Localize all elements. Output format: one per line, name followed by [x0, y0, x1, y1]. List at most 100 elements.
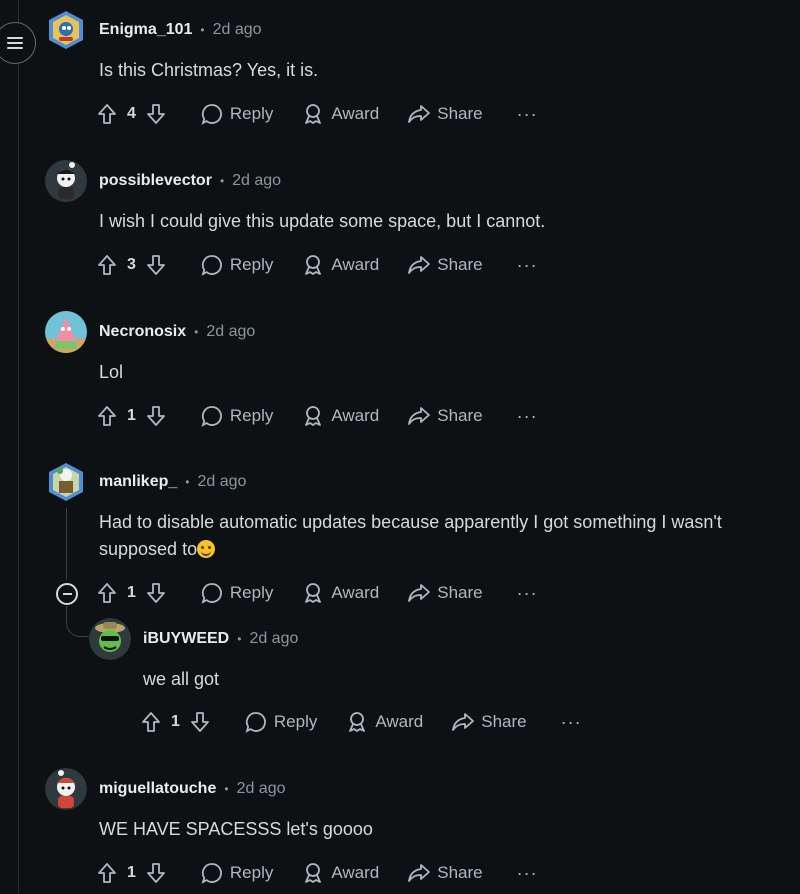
share-button[interactable]: Share: [407, 253, 483, 277]
reply-button[interactable]: Reply: [200, 253, 273, 277]
award-button[interactable]: Award: [345, 710, 423, 734]
award-label: Award: [331, 255, 380, 274]
comment: possiblevector • 2d ago I wish I could g…: [45, 160, 800, 290]
award-button[interactable]: Award: [301, 581, 379, 605]
vote-group: 1: [95, 861, 168, 885]
avatar[interactable]: [89, 618, 131, 660]
timestamp: 2d ago: [206, 323, 256, 340]
more-options-button[interactable]: ···: [517, 407, 538, 425]
timestamp: 2d ago: [232, 172, 282, 189]
downvote-icon[interactable]: [144, 253, 168, 277]
separator: •: [185, 475, 190, 489]
upvote-icon[interactable]: [95, 102, 119, 126]
comment-actions: 4 Reply Award Share ···: [95, 98, 538, 130]
share-label: Share: [437, 406, 483, 425]
vote-group: 1: [95, 581, 168, 605]
share-button[interactable]: Share: [407, 404, 483, 428]
author-name[interactable]: iBUYWEED: [143, 630, 229, 648]
upvote-icon[interactable]: [95, 861, 119, 885]
downvote-icon[interactable]: [144, 861, 168, 885]
comment-header: miguellatouche • 2d ago: [45, 768, 286, 810]
separator: •: [200, 23, 205, 37]
author-name[interactable]: possiblevector: [99, 172, 212, 190]
comment-actions: 1 Reply Award Share ···: [95, 857, 538, 889]
menu-button[interactable]: [0, 22, 36, 64]
award-icon: [305, 255, 322, 275]
upvote-icon[interactable]: [95, 404, 119, 428]
share-icon: [408, 407, 431, 425]
reply-button[interactable]: Reply: [200, 861, 273, 885]
avatar[interactable]: [45, 9, 87, 51]
award-label: Award: [331, 406, 380, 425]
comment-actions: 3 Reply Award Share ···: [95, 249, 538, 281]
comment-thread: Enigma_101 • 2d ago Is this Christmas? Y…: [0, 0, 800, 894]
vote-group: 1: [95, 404, 168, 428]
reply-label: Reply: [229, 104, 274, 123]
award-button[interactable]: Award: [301, 102, 379, 126]
face-with-hand-over-mouth-emoji: [197, 540, 216, 558]
downvote-icon[interactable]: [188, 710, 212, 734]
comment-header: Enigma_101 • 2d ago: [45, 9, 262, 51]
avatar[interactable]: [45, 768, 87, 810]
downvote-icon[interactable]: [144, 404, 168, 428]
award-label: Award: [331, 863, 380, 882]
share-button[interactable]: Share: [451, 710, 527, 734]
award-label: Award: [375, 712, 424, 731]
more-options-button[interactable]: ···: [517, 105, 538, 123]
share-label: Share: [481, 712, 527, 731]
upvote-icon[interactable]: [95, 581, 119, 605]
avatar-image: [45, 768, 87, 810]
award-button[interactable]: Award: [301, 253, 379, 277]
more-options-button[interactable]: ···: [517, 256, 538, 274]
avatar[interactable]: [45, 160, 87, 202]
comment: Enigma_101 • 2d ago Is this Christmas? Y…: [45, 9, 800, 139]
vote-count: 1: [127, 864, 136, 881]
award-button[interactable]: Award: [301, 861, 379, 885]
award-button[interactable]: Award: [301, 404, 379, 428]
more-options-button[interactable]: ···: [561, 713, 582, 731]
comment-header: possiblevector • 2d ago: [45, 160, 281, 202]
more-options-button[interactable]: ···: [517, 864, 538, 882]
reply-label: Reply: [229, 583, 274, 602]
comment: Necronosix • 2d ago Lol 1 Reply Award Sh…: [45, 311, 800, 441]
author-name[interactable]: miguellatouche: [99, 780, 216, 798]
reply-button[interactable]: Reply: [244, 710, 317, 734]
vote-count: 3: [127, 256, 136, 273]
avatar-image: [49, 463, 83, 501]
timestamp: 2d ago: [249, 630, 299, 647]
vote-count: 1: [127, 584, 136, 601]
upvote-icon[interactable]: [139, 710, 163, 734]
share-label: Share: [437, 583, 483, 602]
downvote-icon[interactable]: [144, 102, 168, 126]
avatar[interactable]: [45, 311, 87, 353]
thread-rail: [18, 0, 19, 894]
reply-label: Reply: [229, 406, 274, 425]
vote-group: 3: [95, 253, 168, 277]
vote-count: 4: [127, 105, 136, 122]
more-options-button[interactable]: ···: [517, 584, 538, 602]
downvote-icon[interactable]: [144, 581, 168, 605]
share-button[interactable]: Share: [407, 581, 483, 605]
share-button[interactable]: Share: [407, 102, 483, 126]
comment-reply: iBUYWEED • 2d ago we all got 1 Reply Awa…: [89, 618, 800, 748]
avatar[interactable]: [45, 461, 87, 503]
reply-icon: [245, 712, 266, 733]
upvote-icon[interactable]: [95, 253, 119, 277]
reply-label: Reply: [229, 255, 274, 274]
reply-icon: [201, 863, 222, 884]
timestamp: 2d ago: [236, 780, 286, 797]
hamburger-icon: [7, 37, 23, 49]
author-name[interactable]: Enigma_101: [99, 21, 192, 39]
avatar-image: [45, 160, 87, 202]
separator: •: [219, 174, 225, 188]
author-name[interactable]: Necronosix: [99, 323, 186, 341]
share-button[interactable]: Share: [407, 861, 483, 885]
reply-button[interactable]: Reply: [200, 102, 273, 126]
reply-button[interactable]: Reply: [200, 581, 273, 605]
vote-group: 4: [95, 102, 168, 126]
comment-header: Necronosix • 2d ago: [45, 311, 255, 353]
reply-button[interactable]: Reply: [200, 404, 273, 428]
author-name[interactable]: manlikep_: [99, 473, 177, 491]
reply-icon: [201, 255, 222, 276]
timestamp: 2d ago: [197, 473, 247, 490]
